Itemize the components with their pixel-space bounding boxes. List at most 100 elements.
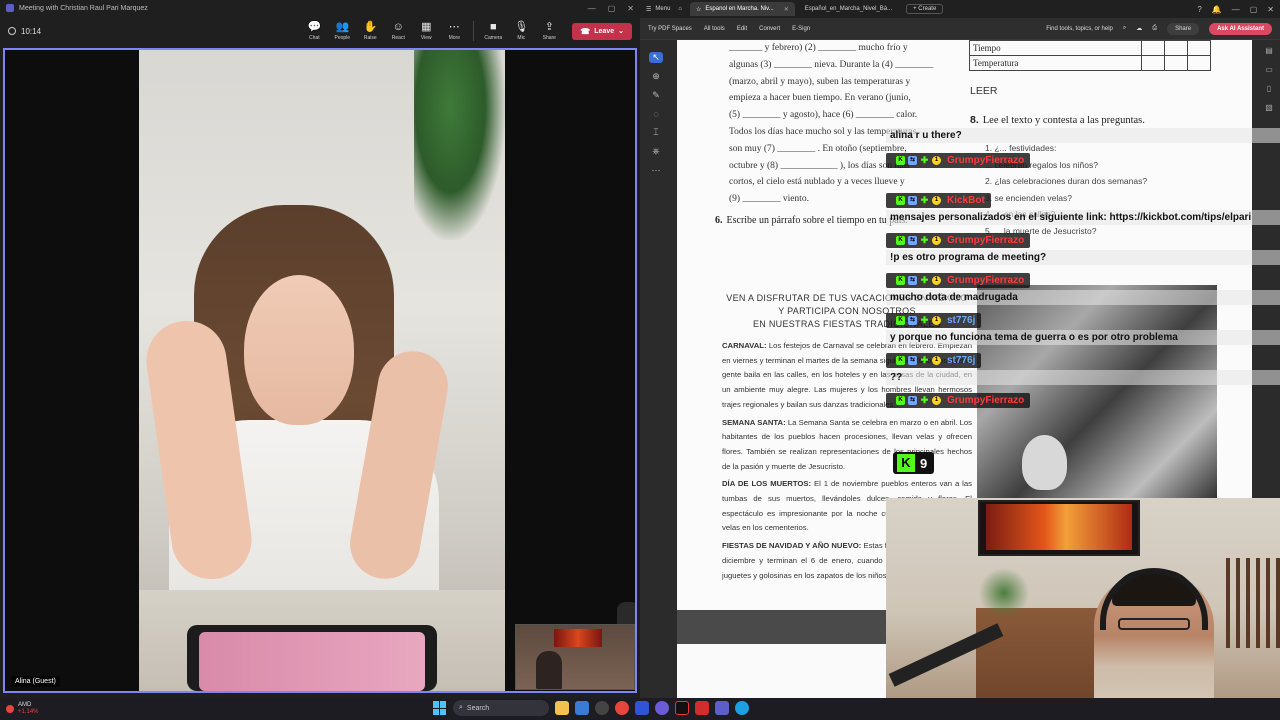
minimize-icon[interactable]: —	[588, 4, 596, 13]
chrome-icon[interactable]	[615, 701, 629, 715]
esign-tab[interactable]: E-Sign	[792, 26, 810, 32]
menu-button[interactable]: ☰ Menu	[646, 6, 670, 13]
people-button[interactable]: 👥 People	[331, 21, 353, 41]
windows-start-icon[interactable]	[433, 701, 447, 715]
home-icon[interactable]: ⌂	[678, 6, 682, 12]
comment-icon[interactable]: ▭	[1265, 65, 1273, 74]
share-button[interactable]: ⇪ Share	[538, 21, 560, 41]
camera-button[interactable]: ■ Camera	[482, 21, 504, 41]
close-icon[interactable]: ✕	[1267, 5, 1274, 14]
zoom-tool-icon[interactable]: ⊕	[652, 71, 660, 82]
mic-button[interactable]: 🎙 Mic	[510, 21, 532, 41]
text-select-icon[interactable]: ⌶	[653, 127, 658, 138]
raise-hand-button[interactable]: ✋ Raise	[359, 21, 381, 41]
maximize-icon[interactable]: ▢	[1250, 5, 1258, 14]
lasso-tool-icon[interactable]: ◌	[653, 109, 658, 119]
upload-icon[interactable]: ☁	[1136, 25, 1142, 32]
tab-active[interactable]: ☆ Espanol en Marcha. Niv... ✕	[690, 2, 795, 16]
help-icon[interactable]: ?	[1197, 5, 1201, 14]
kick-badge-icon: K	[896, 396, 905, 405]
search-icon[interactable]: ⌕	[1123, 25, 1126, 32]
print-icon[interactable]: ⎙	[1152, 25, 1157, 32]
edge-taskbar-icon[interactable]	[735, 701, 749, 715]
chat-message-text: mucho dota de madrugada	[886, 290, 1280, 305]
pen-tool-icon[interactable]: ✎	[652, 90, 660, 101]
try-pdf-spaces[interactable]: Try PDF Spaces	[648, 26, 692, 32]
glasses	[1118, 618, 1190, 630]
chat-message: K ⇆ ✚ 1 KickBot mensajes personalizados en el…	[886, 188, 1280, 225]
chat-message-header: K ⇆ ✚ 1 GrumpyFierrazo	[886, 153, 1031, 168]
article-paragraph-lead: FIESTAS DE NAVIDAD Y AÑO NUEVO:	[722, 541, 862, 551]
store-icon[interactable]	[575, 701, 589, 715]
close-icon[interactable]: ✕	[627, 4, 634, 13]
panel-icon[interactable]: ▤	[1265, 46, 1273, 55]
stamp-tool-icon[interactable]: ⎈	[652, 146, 659, 157]
tiktok-icon[interactable]	[675, 701, 689, 715]
self-view-video[interactable]	[515, 624, 635, 690]
app-l-icon[interactable]	[635, 701, 649, 715]
teams-window-title: Meeting with Christian Raul Pari Marquez	[19, 4, 148, 12]
kick-count: 9	[920, 455, 928, 471]
obs-icon[interactable]	[595, 701, 609, 715]
exercise-6: 6. Escribe un párrafo sobre el tiempo en …	[715, 215, 908, 226]
convert-tab[interactable]: Convert	[759, 26, 780, 32]
table-row: Temperatura	[969, 55, 1212, 71]
chat-message-text: alina r u there?	[886, 128, 1280, 143]
browser-tab-bar: ☰ Menu ⌂ ☆ Espanol en Marcha. Niv... ✕ Espa…	[640, 0, 1280, 18]
bell-icon[interactable]: 🔔	[1212, 5, 1222, 14]
pages-icon[interactable]: ▧	[1265, 103, 1273, 112]
leave-label: Leave	[594, 27, 615, 35]
select-tool-icon[interactable]: ↖	[649, 52, 663, 63]
chat-message: alina r u there?	[886, 126, 1280, 143]
minimize-icon[interactable]: —	[1232, 5, 1240, 14]
chevron-down-icon[interactable]: ⌄	[618, 27, 624, 35]
pdf-left-tools: ↖ ⊕ ✎ ◌ ⌶ ⎈ ⋯	[646, 52, 666, 176]
all-tools-tab[interactable]: All tools	[704, 26, 725, 32]
plus-badge-icon: ✚	[920, 195, 929, 205]
adobe-icon[interactable]	[695, 701, 709, 715]
chat-button[interactable]: 💬 Chat	[303, 21, 325, 41]
find-tools-search[interactable]: Find tools, topics, or help	[1046, 26, 1113, 32]
maximize-icon[interactable]: ▢	[608, 4, 616, 13]
meeting-toolbar: 10:14 💬 Chat 👥 People ✋ Raise ☺ React ▦ View …	[0, 16, 640, 46]
tab-label: Espanol en Marcha. Niv...	[705, 6, 774, 12]
bookmark-icon[interactable]: ▯	[1267, 84, 1271, 93]
bed-frame	[1226, 558, 1280, 648]
stock-widget[interactable]: AMD +1.14%	[6, 702, 39, 716]
share-pdf-button[interactable]: Share	[1167, 22, 1200, 35]
chat-username: GrumpyFierrazo	[947, 395, 1025, 406]
level-badge-icon: 1	[932, 236, 941, 245]
edit-tab[interactable]: Edit	[737, 26, 747, 32]
app-ring-icon[interactable]	[655, 701, 669, 715]
view-button[interactable]: ▦ View	[415, 21, 437, 41]
chat-label: Chat	[309, 34, 320, 41]
subscriber-badge-icon: ⇆	[908, 236, 917, 245]
chat-message-header: K ⇆ ✚ 1 KickBot	[886, 193, 991, 208]
star-icon: ☆	[696, 6, 702, 13]
chat-username: st776j	[947, 355, 976, 366]
table-row: Tiempo	[969, 40, 1212, 56]
file-explorer-icon[interactable]	[555, 701, 569, 715]
table-cell: Temperatura	[969, 55, 1142, 71]
react-button[interactable]: ☺ React	[387, 21, 409, 41]
search-placeholder: Search	[466, 704, 490, 712]
teams-taskbar-icon[interactable]	[715, 701, 729, 715]
chat-message-header: K ⇆ ✚ 1 st776j	[886, 313, 982, 328]
tab-inactive[interactable]: Español_en_Marcha_Nivel_Bá...	[799, 2, 898, 16]
streamer-webcam	[886, 498, 1280, 720]
tab-close-icon[interactable]: ✕	[784, 6, 789, 13]
camera-label: Camera	[484, 34, 503, 41]
leave-button[interactable]: ☎ Leave ⌄	[572, 22, 632, 40]
paragraph-line: (5) ________ y agosto), hace (6) _______…	[729, 110, 918, 121]
more-tools-icon[interactable]: ⋯	[652, 165, 661, 176]
more-button[interactable]: ⋯ More	[443, 21, 465, 41]
ai-assistant-button[interactable]: Ask AI Assistant	[1209, 22, 1272, 35]
taskbar-search[interactable]: ⌕ Search	[453, 700, 549, 716]
guest-face	[244, 275, 354, 425]
create-button[interactable]: + Create	[906, 4, 944, 14]
chat-username: GrumpyFierrazo	[947, 275, 1025, 286]
mic-label: Mic	[517, 34, 526, 41]
chat-message: K ⇆ ✚ 1 st776j y porque no funciona tema de g…	[886, 308, 1280, 345]
window-controls: — ▢ ✕	[588, 4, 634, 13]
raise-label: Raise	[363, 34, 377, 41]
